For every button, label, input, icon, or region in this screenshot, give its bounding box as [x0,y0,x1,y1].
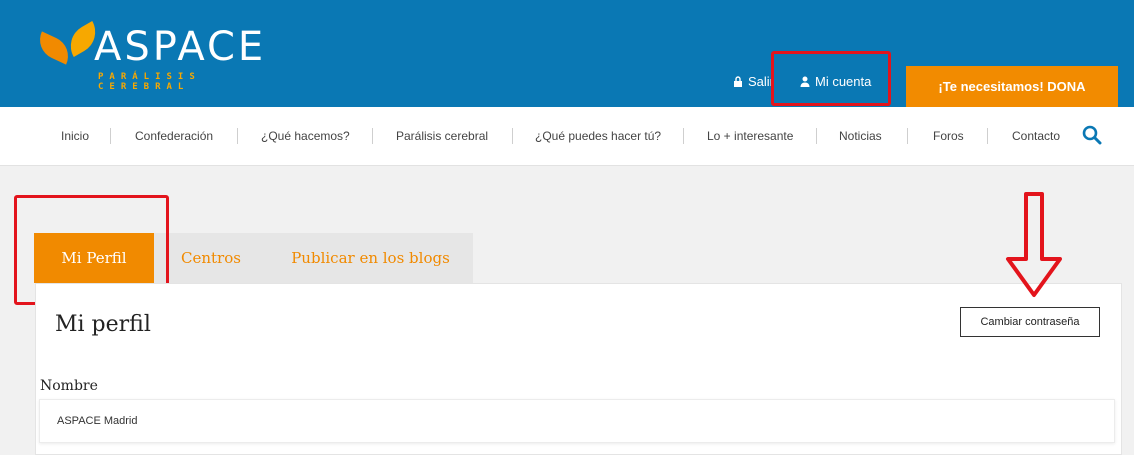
nav-divider [110,128,111,144]
nav-divider [683,128,684,144]
highlight-box-account [771,51,891,106]
nav-item-confederacion[interactable]: Confederación [135,107,213,165]
lock-icon [734,75,742,87]
nav-item-que-puedes-hacer[interactable]: ¿Qué puedes hacer tú? [535,107,661,165]
nav-divider [987,128,988,144]
nav-item-lo-interesante[interactable]: Lo + interesante [707,107,793,165]
page-title: Mi perfil [55,312,151,337]
search-icon[interactable] [1082,125,1102,145]
nav-divider [237,128,238,144]
nav-item-foros[interactable]: Foros [933,107,964,165]
tab-centros[interactable]: Centros [154,233,268,283]
tab-publicar-blogs[interactable]: Publicar en los blogs [268,233,473,283]
nav-divider [816,128,817,144]
logo-name: ASPACE [94,24,267,70]
aspace-logo[interactable]: ASPACE PARÁLISIS CEREBRAL [33,20,296,92]
annotation-arrow-down-icon [1006,192,1062,297]
nav-item-contacto[interactable]: Contacto [1012,107,1060,165]
nav-item-inicio[interactable]: Inicio [61,107,89,165]
nav-item-noticias[interactable]: Noticias [839,107,882,165]
nav-item-paralisis-cerebral[interactable]: Parálisis cerebral [396,107,488,165]
main-nav: Inicio Confederación ¿Qué hacemos? Parál… [0,107,1134,166]
logo-tagline: PARÁLISIS CEREBRAL [98,72,201,92]
logout-link[interactable]: Salir [733,66,774,96]
nav-divider [907,128,908,144]
nav-divider [372,128,373,144]
nav-divider [512,128,513,144]
name-label: Nombre [40,378,98,394]
nav-item-que-hacemos[interactable]: ¿Qué hacemos? [261,107,350,165]
name-field[interactable]: ASPACE Madrid [39,399,1115,443]
donate-button[interactable]: ¡Te necesitamos! DONA [906,66,1118,107]
change-password-button[interactable]: Cambiar contraseña [960,307,1100,337]
logo-leaf-icon [33,31,75,65]
